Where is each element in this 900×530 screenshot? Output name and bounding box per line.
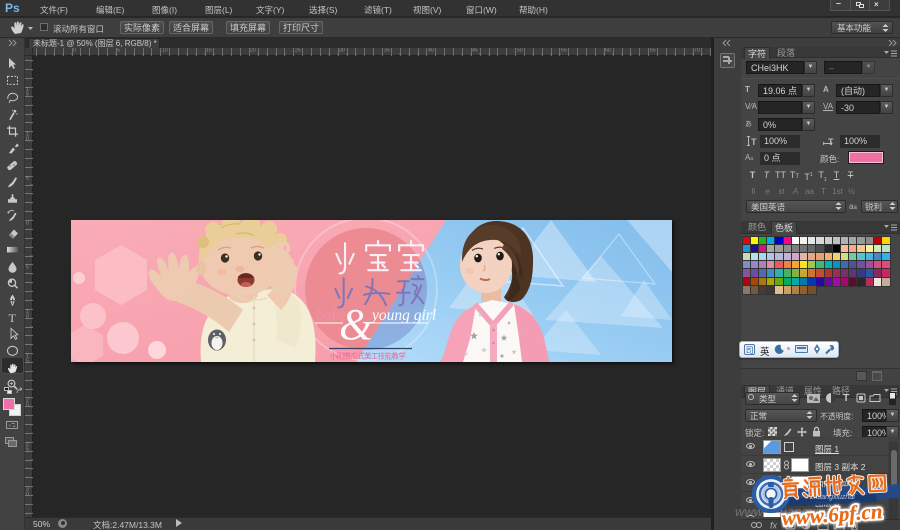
svg-text:T: T (751, 137, 757, 146)
svg-text:www.6pf.cn: www.6pf.cn (781, 499, 883, 530)
svg-text:T: T (9, 311, 17, 325)
svg-text:young girl: young girl (370, 307, 436, 324)
svg-text:小刚擞瓜式美工技能教学: 小刚擞瓜式美工技能教学 (330, 352, 405, 361)
svg-text:T: T (828, 137, 834, 146)
svg-text:&: & (339, 300, 374, 349)
svg-text:fx: fx (770, 521, 778, 530)
